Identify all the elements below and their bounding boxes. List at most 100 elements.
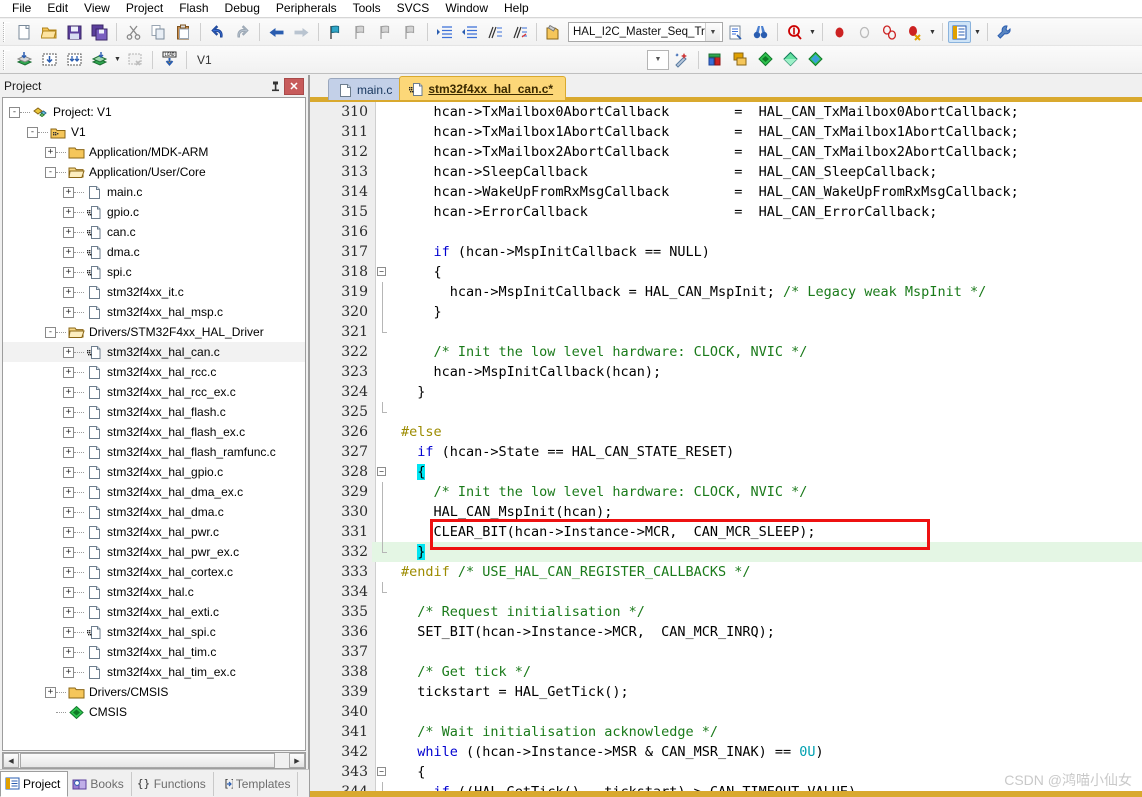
code-line[interactable]: 337 bbox=[310, 642, 1142, 662]
tree-item[interactable]: CMSIS bbox=[3, 702, 305, 722]
expand-icon[interactable]: + bbox=[63, 386, 74, 398]
kill-all-breakpoints-button[interactable] bbox=[903, 21, 926, 43]
paste-button[interactable] bbox=[172, 21, 195, 43]
tree-item[interactable]: + stm32f4xx_hal_spi.c bbox=[3, 622, 305, 642]
code-line[interactable]: 339 tickstart = HAL_GetTick(); bbox=[310, 682, 1142, 702]
collapse-icon[interactable]: - bbox=[27, 126, 38, 138]
code-line[interactable]: 336 SET_BIT(hcan->Instance->MCR, CAN_MCR… bbox=[310, 622, 1142, 642]
menu-item-svcs[interactable]: SVCS bbox=[389, 0, 438, 17]
expand-icon[interactable]: + bbox=[63, 426, 74, 438]
code-line[interactable]: 341 /* Wait initialisation acknowledge *… bbox=[310, 722, 1142, 742]
expand-icon[interactable]: + bbox=[63, 266, 74, 278]
uncomment-button[interactable] bbox=[508, 21, 531, 43]
expand-icon[interactable]: + bbox=[63, 346, 74, 358]
tree-item[interactable]: + can.c bbox=[3, 222, 305, 242]
collapse-icon[interactable]: - bbox=[9, 106, 20, 118]
stop-build-button[interactable] bbox=[124, 49, 147, 71]
menu-item-peripherals[interactable]: Peripherals bbox=[268, 0, 345, 17]
tree-item[interactable]: + stm32f4xx_hal_flash.c bbox=[3, 402, 305, 422]
tree-item[interactable]: - Project: V1 bbox=[3, 102, 305, 122]
tree-item[interactable]: + stm32f4xx_hal_rcc_ex.c bbox=[3, 382, 305, 402]
code-line[interactable]: 331 CLEAR_BIT(hcan->Instance->MCR, CAN_M… bbox=[310, 522, 1142, 542]
multi-project-button[interactable] bbox=[729, 49, 752, 71]
select-software-packs-button[interactable] bbox=[779, 49, 802, 71]
expand-icon[interactable]: + bbox=[63, 486, 74, 498]
window-layout-dropdown-arrow[interactable]: ▼ bbox=[972, 21, 983, 43]
expand-icon[interactable]: + bbox=[63, 246, 74, 258]
target-options-button[interactable] bbox=[542, 21, 565, 43]
panel-tab-functions[interactable]: {} Functions bbox=[132, 771, 214, 796]
expand-icon[interactable]: + bbox=[63, 526, 74, 538]
tree-item[interactable]: + stm32f4xx_hal_gpio.c bbox=[3, 462, 305, 482]
tree-item[interactable]: + stm32f4xx_hal_msp.c bbox=[3, 302, 305, 322]
translate-button[interactable] bbox=[13, 49, 36, 71]
code-line[interactable]: 310 hcan->TxMailbox0AbortCallback = HAL_… bbox=[310, 102, 1142, 122]
collapse-icon[interactable]: - bbox=[45, 166, 56, 178]
expand-icon[interactable]: + bbox=[63, 206, 74, 218]
tree-item[interactable]: - Drivers/STM32F4xx_HAL_Driver bbox=[3, 322, 305, 342]
code-line[interactable]: 315 hcan->ErrorCallback = HAL_CAN_ErrorC… bbox=[310, 202, 1142, 222]
scroll-right-button[interactable]: ▶ bbox=[289, 753, 305, 768]
menu-item-help[interactable]: Help bbox=[496, 0, 537, 17]
save-all-button[interactable] bbox=[88, 21, 111, 43]
project-tree[interactable]: - Project: V1 - V1 + Application/MDK-ARM - Appl… bbox=[2, 97, 306, 751]
tree-item[interactable]: + spi.c bbox=[3, 262, 305, 282]
code-line[interactable]: 327 if (hcan->State == HAL_CAN_STATE_RES… bbox=[310, 442, 1142, 462]
tree-item[interactable]: + main.c bbox=[3, 182, 305, 202]
menu-item-edit[interactable]: Edit bbox=[39, 0, 76, 17]
tree-item[interactable]: + Drivers/CMSIS bbox=[3, 682, 305, 702]
menu-item-debug[interactable]: Debug bbox=[217, 0, 268, 17]
open-file-button[interactable] bbox=[38, 21, 61, 43]
code-line[interactable]: 326 #else bbox=[310, 422, 1142, 442]
tree-item[interactable]: + stm32f4xx_hal_pwr.c bbox=[3, 522, 305, 542]
batch-build-button[interactable] bbox=[88, 49, 111, 71]
panel-tab-project[interactable]: Project bbox=[0, 770, 69, 797]
previous-bookmark-button[interactable] bbox=[349, 21, 372, 43]
expand-icon[interactable]: + bbox=[63, 406, 74, 418]
target-dropdown[interactable]: ▼ bbox=[647, 49, 669, 70]
breakpoints-dropdown-arrow[interactable]: ▼ bbox=[927, 21, 938, 43]
chevron-down-icon[interactable]: ▼ bbox=[705, 23, 720, 41]
code-line[interactable]: 314 hcan->WakeUpFromRxMsgCallback = HAL_… bbox=[310, 182, 1142, 202]
binoculars-button[interactable] bbox=[749, 21, 772, 43]
target-selector[interactable]: HAL_I2C_Master_Seq_Tra ▼ bbox=[568, 22, 723, 42]
navigate-back-button[interactable] bbox=[265, 21, 288, 43]
expand-icon[interactable]: + bbox=[63, 666, 74, 678]
code-line[interactable]: 335 /* Request initialisation */ bbox=[310, 602, 1142, 622]
tree-item[interactable]: + stm32f4xx_hal_exti.c bbox=[3, 602, 305, 622]
code-line[interactable]: 312 hcan->TxMailbox2AbortCallback = HAL_… bbox=[310, 142, 1142, 162]
configure-tools-button[interactable] bbox=[993, 21, 1016, 43]
save-button[interactable] bbox=[63, 21, 86, 43]
expand-icon[interactable]: + bbox=[63, 286, 74, 298]
code-line[interactable]: 318− { bbox=[310, 262, 1142, 282]
tree-item[interactable]: + stm32f4xx_it.c bbox=[3, 282, 305, 302]
code-line[interactable]: 325 bbox=[310, 402, 1142, 422]
hscroll-thumb[interactable] bbox=[20, 753, 275, 768]
build-button[interactable] bbox=[38, 49, 61, 71]
menu-item-flash[interactable]: Flash bbox=[171, 0, 216, 17]
batch-build-dropdown-arrow[interactable]: ▼ bbox=[112, 49, 123, 71]
expand-icon[interactable]: + bbox=[45, 146, 56, 158]
window-layout-button[interactable] bbox=[948, 21, 971, 43]
menu-item-project[interactable]: Project bbox=[118, 0, 171, 17]
expand-icon[interactable]: + bbox=[63, 546, 74, 558]
tree-item[interactable]: - V1 bbox=[3, 122, 305, 142]
code-line[interactable]: 321 bbox=[310, 322, 1142, 342]
code-line[interactable]: 319 hcan->MspInitCallback = HAL_CAN_MspI… bbox=[310, 282, 1142, 302]
panel-tab-templates[interactable]: []Templates bbox=[214, 771, 299, 796]
manage-run-time-env-button[interactable] bbox=[704, 49, 727, 71]
expand-icon[interactable]: + bbox=[63, 646, 74, 658]
code-line[interactable]: 328− { bbox=[310, 462, 1142, 482]
tree-item[interactable]: + stm32f4xx_hal_dma_ex.c bbox=[3, 482, 305, 502]
pin-icon[interactable] bbox=[266, 77, 284, 95]
tree-item[interactable]: + Application/MDK-ARM bbox=[3, 142, 305, 162]
code-line[interactable]: 334 bbox=[310, 582, 1142, 602]
code-line[interactable]: 311 hcan->TxMailbox1AbortCallback = HAL_… bbox=[310, 122, 1142, 142]
code-line[interactable]: 329 /* Init the low level hardware: CLOC… bbox=[310, 482, 1142, 502]
expand-icon[interactable]: + bbox=[45, 686, 56, 698]
editor-tab-stm32f4xx-hal-can-c-[interactable]: stm32f4xx_hal_can.c* bbox=[399, 76, 567, 100]
tree-item[interactable]: + stm32f4xx_hal_pwr_ex.c bbox=[3, 542, 305, 562]
close-panel-button[interactable]: ✕ bbox=[284, 77, 304, 95]
expand-icon[interactable]: + bbox=[63, 446, 74, 458]
expand-icon[interactable]: + bbox=[63, 306, 74, 318]
